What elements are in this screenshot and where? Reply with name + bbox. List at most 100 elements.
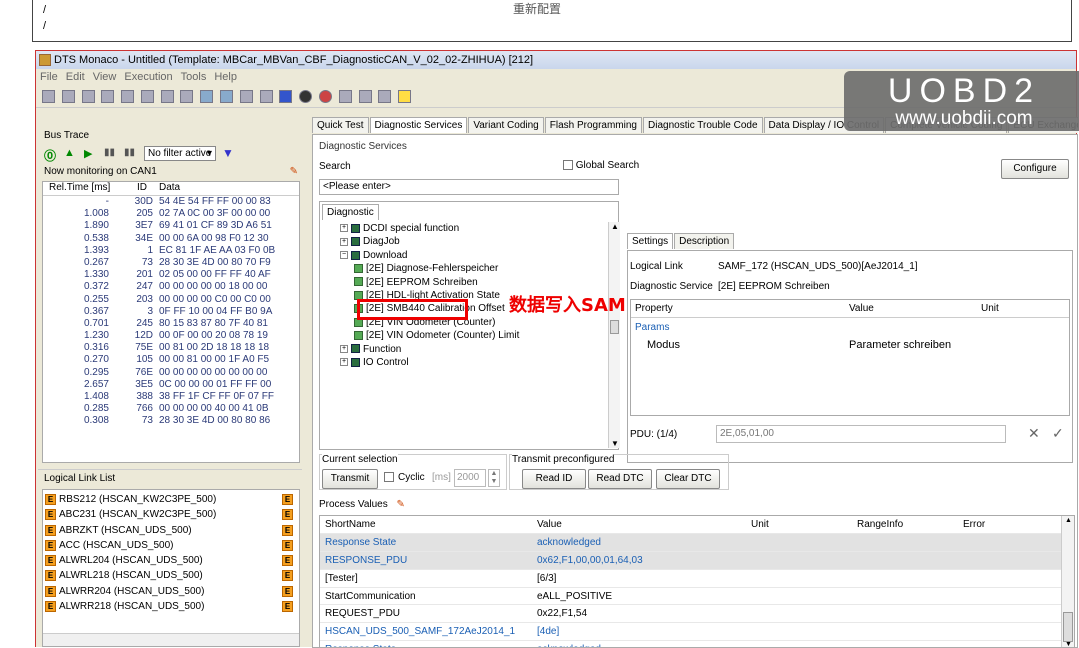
tree-folder[interactable]: + Function [340,343,610,356]
stop-trace-icon[interactable]: ▮▮ [124,147,135,158]
scroll-thumb[interactable] [1063,612,1073,642]
tab-description[interactable]: Description [674,233,735,249]
menu-item[interactable]: Execution [124,71,172,83]
table-row[interactable]: HSCAN_UDS_500_SAMF_172AeJ2014_1 [4de] [320,622,1062,642]
new-icon[interactable] [42,90,55,103]
edit-icon[interactable]: ✎ [397,499,405,510]
filter-icon[interactable]: ▼ [222,146,234,160]
process-scrollbar[interactable]: ▲ ▼ [1061,516,1074,647]
close-icon[interactable]: ✕ [1028,425,1040,442]
start-icon[interactable]: ⓪ [44,147,56,164]
table-row[interactable]: RESPONSE_PDU 0x62,F1,00,00,01,64,03 [320,551,1062,570]
open-icon[interactable] [61,90,75,103]
global-search-checkbox[interactable]: Global Search [563,160,639,171]
horizontal-scrollbar[interactable] [43,633,299,646]
copy-icon[interactable] [140,90,154,103]
record-icon[interactable] [299,90,313,103]
save-icon[interactable] [101,90,115,103]
trace-data: 02 7A 0C 00 3F 00 00 00 [159,208,271,220]
layout-icon[interactable] [200,90,214,103]
menu-item[interactable]: View [93,71,117,83]
tab-settings[interactable]: Settings [627,233,674,249]
globe-icon[interactable] [318,90,332,103]
scroll-thumb[interactable] [610,320,619,334]
tab-1[interactable]: Diagnostic Services [369,117,468,133]
configure-button[interactable]: Configure [1001,159,1069,179]
rangeinfo-cell [852,551,958,570]
tree-folder[interactable]: + DiagJob [340,235,610,248]
tab-4[interactable]: Diagnostic Trouble Code [643,117,763,133]
tree-item[interactable]: [2E] VIN Odometer (Counter) Limit [340,329,610,342]
table-row[interactable]: StartCommunication eALL_POSITIVE [320,587,1062,606]
expand-icon[interactable]: − [340,251,348,260]
read-dtc-button[interactable]: Read DTC [588,469,652,489]
tree-scrollbar[interactable]: ▲ ▼ [608,222,620,448]
expand-icon[interactable]: + [340,237,348,246]
expand-icon[interactable]: + [340,344,348,353]
layout3-icon[interactable] [239,90,253,103]
scroll-up-icon[interactable]: ▲ [611,222,619,231]
list-item[interactable]: E ABRZKT (HSCAN_UDS_500) E [43,523,299,538]
list-item[interactable]: E ALWRL218 (HSCAN_UDS_500) E [43,568,299,583]
help-icon[interactable] [398,90,412,103]
settings-icon[interactable] [378,90,392,103]
layout2-icon[interactable] [220,90,234,103]
cut-icon[interactable] [121,90,135,103]
pdu-input[interactable]: 2E,05,01,00 [716,425,1006,443]
scroll-down-icon[interactable]: ▼ [611,439,619,448]
tab-diagnostic[interactable]: Diagnostic [322,204,379,220]
list-item[interactable]: E ACC (HSCAN_UDS_500) E [43,538,299,553]
delete-icon[interactable] [180,90,194,103]
cyclic-checkbox[interactable] [384,472,394,482]
list-item[interactable]: E ABC231 (HSCAN_KW2C3PE_500) E [43,507,299,522]
tree-folder[interactable]: − Download [340,249,610,262]
logical-link-panel: Logical Link List E RBS212 (HSCAN_KW2C3PE… [38,469,302,648]
pause-icon[interactable]: ▮▮ [104,147,115,158]
search-input[interactable]: <Please enter> [319,179,619,195]
step-icon[interactable]: ▶ [84,147,92,160]
table-row[interactable]: REQUEST_PDU 0x22,F1,54 [320,604,1062,624]
tab-0[interactable]: Quick Test [312,117,369,133]
expand-icon[interactable]: + [340,358,348,367]
clear-dtc-button[interactable]: Clear DTC [656,469,720,489]
trace-id: 3E5 [135,378,153,390]
paste-icon[interactable] [160,90,174,103]
tab-3[interactable]: Flash Programming [544,117,642,133]
tool-icon[interactable] [259,90,273,103]
menu-item[interactable]: Edit [66,71,85,83]
document-mark: / [43,20,47,32]
tab-2[interactable]: Variant Coding [468,117,544,133]
read-id-button[interactable]: Read ID [522,469,586,489]
table-row[interactable]: [Tester] [6/3] [320,569,1062,588]
params-row[interactable]: Params [635,322,669,333]
interval-stepper[interactable]: ▲ ▼ [488,469,500,487]
list-item[interactable]: E ALWRR218 (HSCAN_UDS_500) E [43,599,299,614]
filter-select[interactable]: No filter active ▾ [144,146,216,161]
ecu-badge-icon: E [45,601,56,613]
tree-item[interactable]: [2E] EEPROM Schreiben [340,276,610,289]
menu-item[interactable]: File [40,71,58,83]
check-icon[interactable]: ✓ [1052,425,1064,442]
ecu-badge-icon: E [282,494,293,505]
monitor-icon[interactable] [358,90,372,103]
list-item[interactable]: E RBS212 (HSCAN_KW2C3PE_500) E [43,492,299,507]
interval-input[interactable]: 2000 [454,469,486,487]
edit-icon[interactable]: ✎ [290,165,298,179]
tree-folder[interactable]: + DCDI special function [340,222,610,235]
app-window: DTS Monaco - Untitled (Template: MBCar_M… [35,50,1079,648]
expand-icon[interactable]: + [340,224,348,233]
list-item[interactable]: E ALWRR204 (HSCAN_UDS_500) E [43,584,299,599]
scroll-up-icon[interactable]: ▲ [1065,517,1072,524]
modus-value[interactable]: Parameter schreiben [849,339,951,351]
open-recent-icon[interactable] [81,90,95,103]
upload-icon[interactable]: ▲ [64,147,75,159]
menu-item[interactable]: Tools [181,71,207,83]
list-item[interactable]: E ALWRL204 (HSCAN_UDS_500) E [43,553,299,568]
tree-item[interactable]: [2E] Diagnose-Fehlerspeicher [340,262,610,275]
transmit-button[interactable]: Transmit [322,469,378,489]
menu-item[interactable]: Help [214,71,237,83]
wrench-icon[interactable] [338,90,352,103]
tree-folder[interactable]: + IO Control [340,356,610,369]
table-row[interactable]: Response Stateacknowledged [320,533,1062,553]
stop-icon[interactable] [279,90,293,103]
